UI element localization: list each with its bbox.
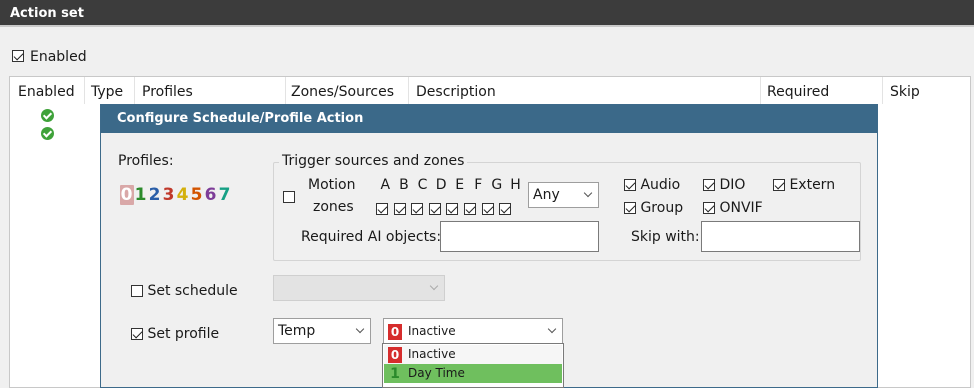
enabled-checkbox[interactable] <box>12 50 24 62</box>
zone-letter-c: C <box>417 177 428 193</box>
extern-label: Extern <box>789 177 836 193</box>
column-separator[interactable] <box>84 77 85 104</box>
zone-mode-select[interactable]: Any <box>528 182 599 208</box>
audio-checkbox[interactable] <box>624 179 636 191</box>
set-schedule-option[interactable]: Set schedule <box>131 283 238 299</box>
group-option[interactable]: Group <box>624 200 683 216</box>
group-label: Group <box>640 200 684 216</box>
profile-type-select[interactable]: Temp <box>273 318 371 344</box>
set-profile-label: Set profile <box>147 326 220 342</box>
profile-option-label: Day Time <box>408 366 465 380</box>
enabled-label: Enabled <box>30 49 87 65</box>
required-ai-label: Required AI objects: <box>301 229 442 245</box>
column-separator[interactable] <box>408 77 409 104</box>
zone-a-checkbox[interactable] <box>376 203 388 215</box>
row-enabled-check-icon <box>41 127 54 140</box>
column-separator[interactable] <box>882 77 883 104</box>
schedule-select[interactable] <box>273 275 445 301</box>
zone-g-checkbox[interactable] <box>481 203 494 215</box>
column-header-type[interactable]: Type <box>91 84 123 100</box>
zone-d-checkbox[interactable] <box>428 203 441 215</box>
column-header-enabled[interactable]: Enabled <box>18 84 75 100</box>
zone-letter-a: A <box>380 177 391 193</box>
set-schedule-label: Set schedule <box>147 283 238 299</box>
zone-letter-row: ABCDEFGH <box>376 177 525 193</box>
zone-letter-e: E <box>455 177 465 193</box>
dio-label: DIO <box>719 177 746 193</box>
motion-label: Motion <box>308 177 356 193</box>
skip-with-label: Skip with: <box>631 229 700 245</box>
zone-checkbox-row <box>376 201 517 217</box>
chevron-down-icon <box>355 324 365 334</box>
profile-digit-list: 01234567 <box>120 185 232 205</box>
dialog-title: Configure Schedule/Profile Action <box>101 105 877 133</box>
audio-label: Audio <box>640 177 681 193</box>
column-header-required[interactable]: Required <box>767 84 829 100</box>
zone-letter-b: B <box>399 177 409 193</box>
column-header-zones-sources[interactable]: Zones/Sources <box>291 84 394 100</box>
zone-letter-h: H <box>510 177 521 193</box>
profile-select-value: Inactive <box>408 324 456 338</box>
profile-digit-7[interactable]: 7 <box>218 185 232 205</box>
group-checkbox[interactable] <box>624 202 636 214</box>
extern-checkbox[interactable] <box>773 179 785 191</box>
onvif-option[interactable]: ONVIF <box>703 200 763 216</box>
chevron-down-icon <box>583 188 593 198</box>
zone-letter-d: D <box>435 177 447 193</box>
column-separator[interactable] <box>285 77 286 104</box>
audio-option[interactable]: Audio <box>624 177 680 193</box>
profile-digit-4[interactable]: 4 <box>176 185 190 205</box>
enabled-toggle[interactable]: Enabled <box>12 49 87 65</box>
trigger-group-label: Trigger sources and zones <box>279 153 468 169</box>
zone-b-checkbox[interactable] <box>393 203 406 215</box>
zone-letter-g: G <box>491 177 503 193</box>
profile-option-label: Inactive <box>408 347 456 361</box>
extern-option[interactable]: Extern <box>773 177 835 193</box>
zone-e-checkbox[interactable] <box>446 203 459 215</box>
zone-h-checkbox[interactable] <box>499 203 512 215</box>
column-header-description[interactable]: Description <box>416 84 496 100</box>
profile-digit-6[interactable]: 6 <box>204 185 218 205</box>
profile-digit-5[interactable]: 5 <box>190 185 204 205</box>
set-schedule-checkbox[interactable] <box>131 285 143 297</box>
profile-option-inactive[interactable]: 0 Inactive <box>384 345 562 364</box>
profiles-label: Profiles: <box>118 153 174 169</box>
skip-with-input[interactable] <box>701 221 860 252</box>
profile-select[interactable]: 0 Inactive <box>383 318 563 344</box>
column-header-skip[interactable]: Skip <box>890 84 920 100</box>
onvif-label: ONVIF <box>719 200 763 216</box>
column-separator[interactable] <box>134 77 135 104</box>
chevron-down-icon <box>547 324 557 334</box>
required-ai-input[interactable] <box>440 221 599 252</box>
profile-digit-0[interactable]: 0 <box>120 185 134 205</box>
set-profile-option[interactable]: Set profile <box>131 326 219 342</box>
dio-checkbox[interactable] <box>703 179 715 191</box>
column-header-profiles[interactable]: Profiles <box>142 84 193 100</box>
zone-mode-value: Any <box>533 187 560 203</box>
profile-0-badge-icon: 0 <box>388 323 402 340</box>
profile-digit-3[interactable]: 3 <box>162 185 176 205</box>
profile-option-day-time[interactable]: 1 Day Time <box>384 364 562 383</box>
onvif-checkbox[interactable] <box>703 202 715 214</box>
motion-zones-checkbox[interactable] <box>283 191 295 203</box>
zones-label: zones <box>313 199 354 215</box>
dio-option[interactable]: DIO <box>703 177 745 193</box>
window-title: Action set <box>0 0 974 27</box>
column-separator[interactable] <box>760 77 761 104</box>
profile-digit-1[interactable]: 1 <box>134 185 148 205</box>
profile-1-badge-icon: 1 <box>390 365 400 382</box>
profile-0-badge-icon: 0 <box>388 346 402 363</box>
profile-digit-2[interactable]: 2 <box>148 185 162 205</box>
row-enabled-check-icon <box>41 109 54 122</box>
zone-letter-f: F <box>474 177 483 193</box>
zone-c-checkbox[interactable] <box>411 203 424 215</box>
profile-type-value: Temp <box>278 323 316 339</box>
chevron-down-icon <box>429 281 439 291</box>
set-profile-checkbox[interactable] <box>131 328 143 340</box>
zone-f-checkbox[interactable] <box>463 203 476 215</box>
